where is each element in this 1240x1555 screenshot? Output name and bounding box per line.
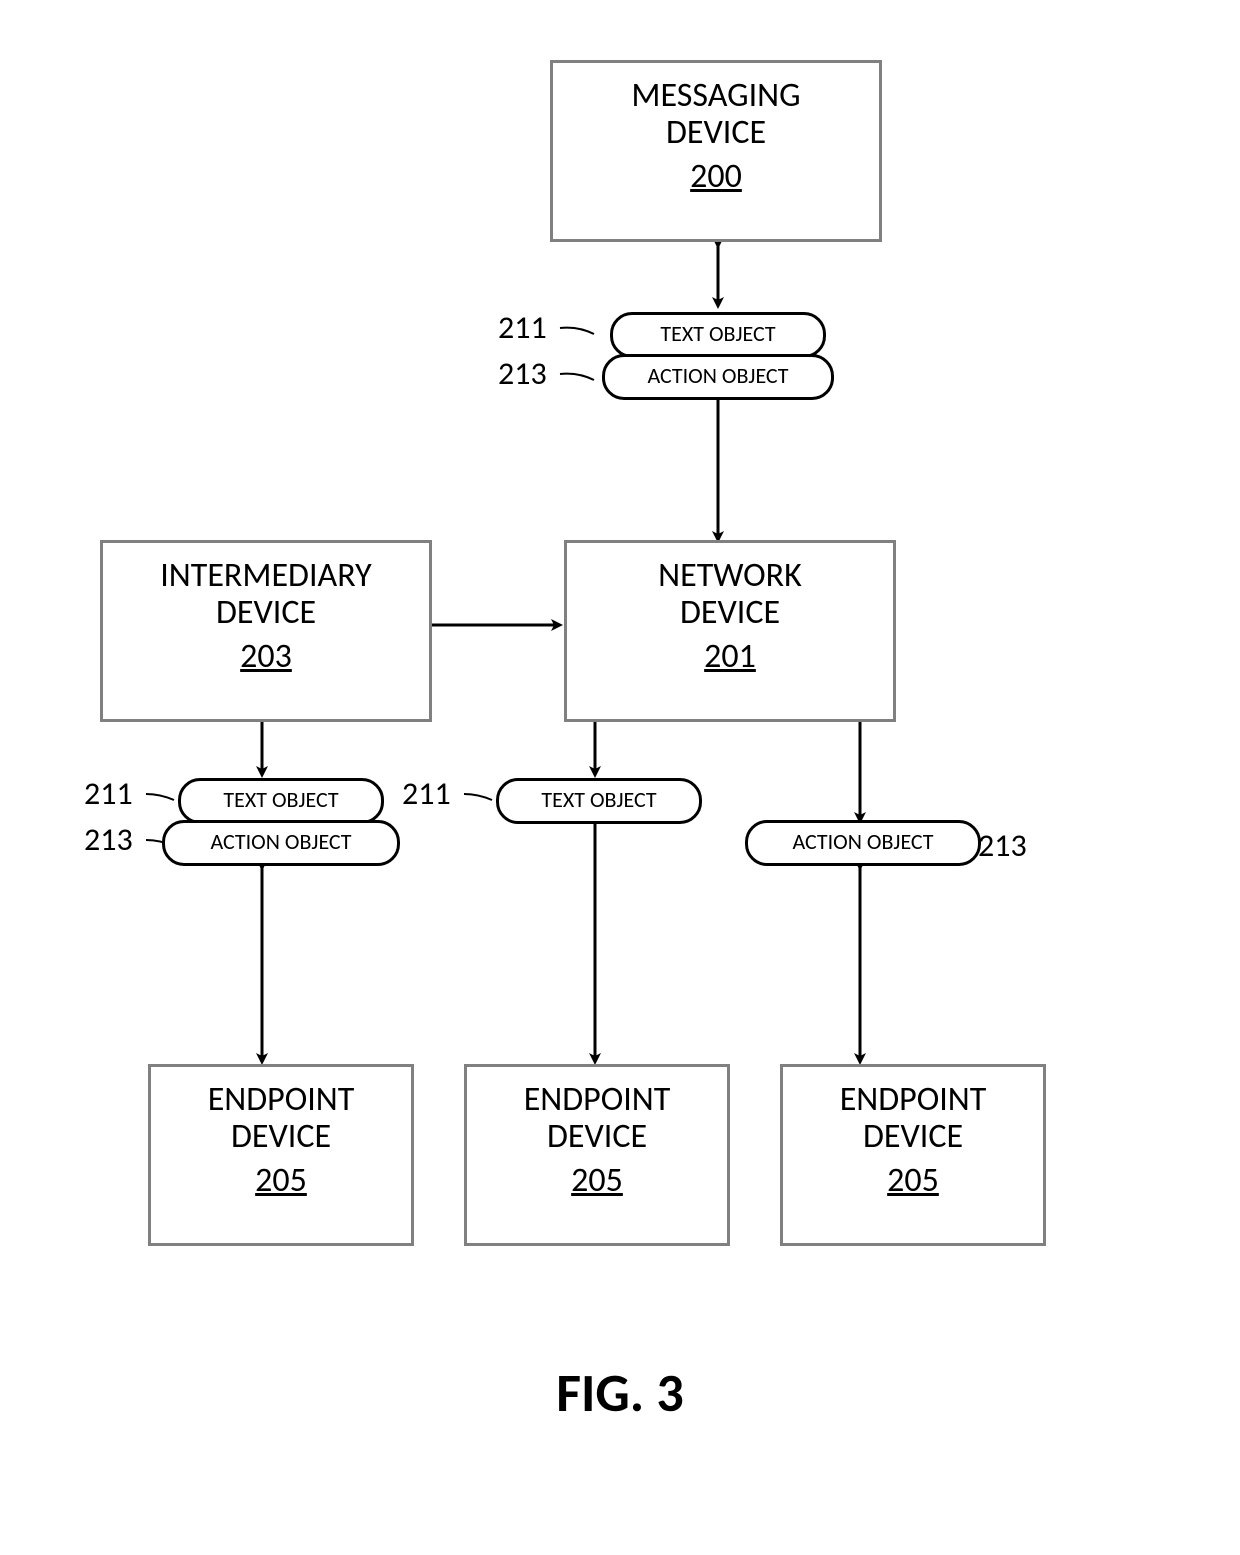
- ref-label-text: 211: [84, 774, 133, 813]
- ref-label-text: 211: [402, 774, 451, 813]
- box-endpoint-device: ENDPOINTDEVICE 205: [780, 1064, 1046, 1246]
- box-title: ENDPOINTDEVICE: [783, 1081, 1043, 1156]
- box-ref: 203: [103, 636, 429, 677]
- figure-caption: FIG. 3: [0, 1360, 1240, 1426]
- box-ref: 205: [783, 1160, 1043, 1201]
- pill-text-object: TEXT OBJECT: [610, 312, 826, 358]
- box-title: INTERMEDIARYDEVICE: [103, 557, 429, 632]
- ref-label-action: 213: [978, 826, 1027, 865]
- box-ref: 205: [151, 1160, 411, 1201]
- box-ref: 205: [467, 1160, 727, 1201]
- pill-label: TEXT OBJECT: [660, 320, 775, 347]
- box-ref: 200: [553, 156, 879, 197]
- box-title: NETWORKDEVICE: [567, 557, 893, 632]
- box-title: ENDPOINTDEVICE: [467, 1081, 727, 1156]
- box-messaging-device: MESSAGINGDEVICE 200: [550, 60, 882, 242]
- box-intermediary-device: INTERMEDIARYDEVICE 203: [100, 540, 432, 722]
- ref-label-action: 213: [84, 820, 133, 859]
- page: MESSAGINGDEVICE 200 TEXT OBJECT ACTION O…: [0, 0, 1240, 1555]
- pill-action-object: ACTION OBJECT: [745, 820, 981, 866]
- box-title: ENDPOINTDEVICE: [151, 1081, 411, 1156]
- pill-action-object: ACTION OBJECT: [602, 354, 834, 400]
- pill-text-object: TEXT OBJECT: [496, 778, 702, 824]
- box-title: MESSAGINGDEVICE: [553, 77, 879, 152]
- box-ref: 201: [567, 636, 893, 677]
- ref-label-action: 213: [498, 354, 547, 393]
- box-network-device: NETWORKDEVICE 201: [564, 540, 896, 722]
- pill-label: TEXT OBJECT: [541, 786, 656, 813]
- pill-label: ACTION OBJECT: [210, 828, 351, 855]
- diagram: MESSAGINGDEVICE 200 TEXT OBJECT ACTION O…: [80, 60, 1150, 1240]
- ref-label-text: 211: [498, 308, 547, 347]
- pill-label: TEXT OBJECT: [223, 786, 338, 813]
- box-endpoint-device: ENDPOINTDEVICE 205: [148, 1064, 414, 1246]
- box-endpoint-device: ENDPOINTDEVICE 205: [464, 1064, 730, 1246]
- pill-text-object: TEXT OBJECT: [178, 778, 384, 824]
- pill-label: ACTION OBJECT: [647, 362, 788, 389]
- pill-label: ACTION OBJECT: [792, 828, 933, 855]
- pill-action-object: ACTION OBJECT: [162, 820, 400, 866]
